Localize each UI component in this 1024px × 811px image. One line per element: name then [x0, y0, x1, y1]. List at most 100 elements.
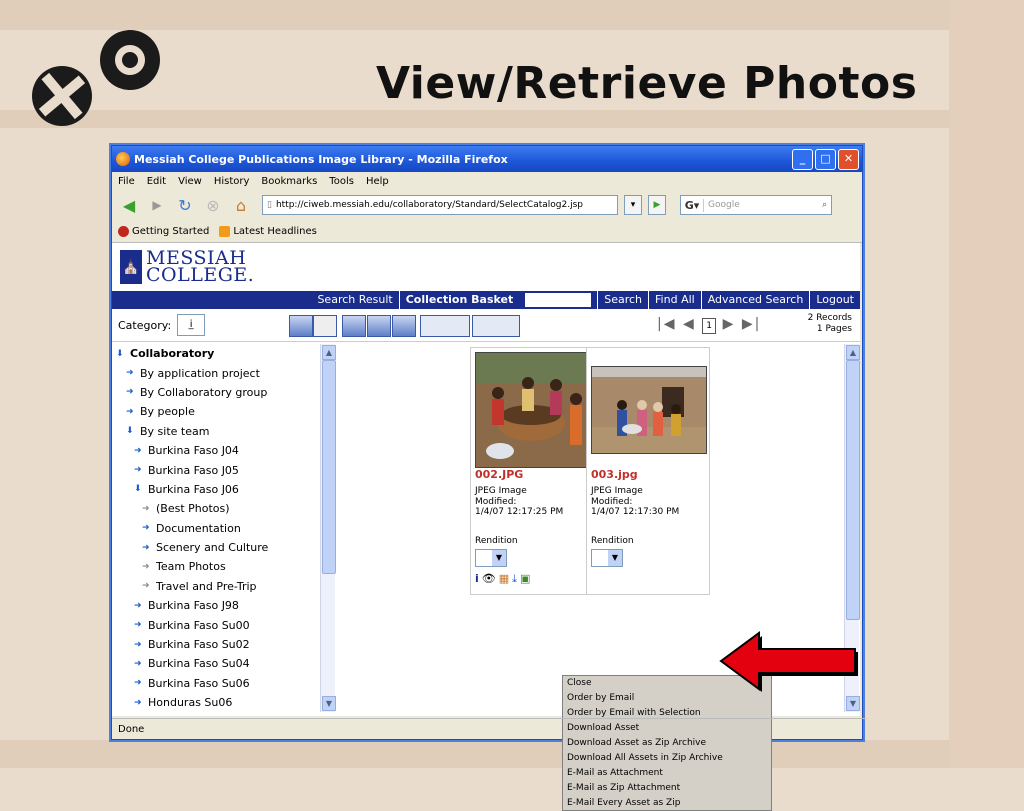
tree-item[interactable]: ➜ Burkina Faso Su04 — [112, 654, 320, 673]
minimize-button[interactable]: _ — [792, 149, 813, 170]
back-icon[interactable]: ◀ — [118, 194, 140, 216]
search-field[interactable]: G▾ Google ⌕ — [680, 195, 832, 215]
menu-help[interactable]: Help — [366, 176, 389, 187]
zoom-slider-icon[interactable] — [420, 315, 470, 337]
expand-right-icon[interactable]: ➜ — [126, 407, 134, 417]
asset-filename[interactable]: 003.jpg — [591, 468, 638, 481]
tree-item[interactable]: ➜ Burkina Faso Su00 — [112, 615, 320, 634]
tree-item[interactable]: ➜ Scenery and Culture — [112, 538, 320, 557]
tree-item[interactable]: ➜ Documentation — [112, 519, 320, 538]
expand-right-icon[interactable]: ➜ — [142, 581, 150, 591]
menu-item[interactable]: Order by Email — [563, 691, 771, 706]
nav-logout[interactable]: Logout — [809, 291, 860, 309]
tree-item[interactable]: ⬇ Collaboratory — [112, 344, 320, 363]
menu-bookmarks[interactable]: Bookmarks — [261, 176, 317, 187]
expand-right-icon[interactable]: ➜ — [126, 387, 134, 397]
expand-right-icon[interactable]: ➜ — [134, 465, 142, 475]
expand-down-icon[interactable]: ⬇ — [116, 349, 124, 359]
tree-item[interactable]: ➜ By Collaboratory group — [112, 383, 320, 402]
tree-item[interactable]: ➜ Burkina Faso Su06 — [112, 674, 320, 693]
nav-collection-basket[interactable]: Collection Basket — [398, 291, 520, 309]
tree-item[interactable]: ➜ By application project — [112, 363, 320, 382]
expand-down-icon[interactable]: ⬇ — [126, 426, 134, 436]
close-button[interactable]: ✕ — [838, 149, 859, 170]
tree-item[interactable]: ➜ Burkina Faso J05 — [112, 460, 320, 479]
rendition-select[interactable]: ▼ — [475, 549, 507, 567]
content-scroll-thumb[interactable] — [846, 360, 860, 620]
bookmark-latest-headlines[interactable]: Latest Headlines — [219, 225, 317, 237]
tree-item[interactable]: ➜ Travel and Pre-Trip — [112, 577, 320, 596]
list-view-icon[interactable] — [313, 315, 337, 337]
menu-view[interactable]: View — [178, 176, 202, 187]
first-page-icon[interactable]: |◀ — [657, 316, 676, 332]
tree-item[interactable]: ➜ Team Photos — [112, 557, 320, 576]
more-actions-icon[interactable]: ▣ — [520, 572, 533, 585]
tree-item[interactable]: ➜ Honduras Su06 — [112, 693, 320, 708]
forward-icon[interactable]: ▶ — [146, 194, 168, 216]
google-icon[interactable]: G▾ — [681, 198, 704, 212]
scroll-down-icon[interactable]: ▼ — [322, 696, 336, 711]
expand-right-icon[interactable]: ➜ — [134, 601, 142, 611]
menu-file[interactable]: File — [118, 176, 135, 187]
menu-item[interactable]: E-Mail Every Asset as Zip — [563, 796, 771, 811]
college-logo[interactable]: ⛪ MESSIAH COLLEGE. — [120, 249, 254, 285]
rendition-select[interactable]: ▼ — [591, 549, 623, 567]
grid-view-icon[interactable] — [289, 315, 313, 337]
asset-thumbnail[interactable] — [591, 366, 707, 454]
asset-thumbnail[interactable] — [475, 352, 591, 468]
page-number[interactable]: 1 — [702, 318, 717, 334]
expand-right-icon[interactable]: ➜ — [134, 678, 142, 688]
menu-item[interactable]: E-Mail as Zip Attachment — [563, 781, 771, 796]
category-picker[interactable]: i̲ — [177, 314, 206, 336]
cart-icon[interactable]: ▦ — [499, 572, 512, 585]
view-icon[interactable]: 👁 — [482, 572, 499, 585]
expand-right-icon[interactable]: ➜ — [134, 698, 142, 708]
scroll-up-icon[interactable]: ▲ — [846, 345, 860, 360]
tree-item[interactable]: ⬇ By site team — [112, 422, 320, 441]
go-icon[interactable]: ▶ — [648, 195, 666, 215]
expand-right-icon[interactable]: ➜ — [134, 659, 142, 669]
expand-right-icon[interactable]: ➜ — [134, 640, 142, 650]
expand-down-icon[interactable]: ⬇ — [134, 484, 142, 494]
asset-filename[interactable]: 002.JPG — [475, 468, 523, 481]
expand-right-icon[interactable]: ➜ — [134, 446, 142, 456]
menu-tools[interactable]: Tools — [329, 176, 354, 187]
expand-right-icon[interactable]: ➜ — [126, 368, 134, 378]
prev-page-icon[interactable]: ◀ — [683, 316, 696, 332]
tree-scroll-thumb[interactable] — [322, 360, 336, 574]
scroll-up-icon[interactable]: ▲ — [322, 345, 336, 360]
expand-right-icon[interactable]: ➜ — [142, 504, 150, 514]
expand-right-icon[interactable]: ➜ — [134, 620, 142, 630]
tree-item[interactable]: ➜ (Best Photos) — [112, 499, 320, 518]
reload-icon[interactable]: ↻ — [174, 194, 196, 216]
menu-item[interactable]: E-Mail as Attachment — [563, 766, 771, 781]
nav-search-result[interactable]: Search Result — [311, 291, 398, 309]
tree-item[interactable]: ➜ Burkina Faso Su02 — [112, 635, 320, 654]
nav-advanced-search[interactable]: Advanced Search — [700, 291, 810, 309]
asset-card[interactable]: 002.JPG JPEG Image Modified: 1/4/07 12:1… — [470, 347, 594, 595]
tree-item[interactable]: ⬇ Burkina Faso J06 — [112, 480, 320, 499]
expand-right-icon[interactable]: ➜ — [142, 562, 150, 572]
scroll-down-icon[interactable]: ▼ — [846, 696, 860, 711]
rows-slider-icon[interactable] — [472, 315, 520, 337]
menu-item[interactable]: Download All Assets in Zip Archive — [563, 751, 771, 766]
last-page-icon[interactable]: ▶| — [742, 316, 761, 332]
expand-right-icon[interactable]: ➜ — [142, 523, 150, 533]
next-page-icon[interactable]: ▶ — [723, 316, 736, 332]
info-icon[interactable]: i — [475, 572, 482, 585]
url-field[interactable]: ▯ http://ciweb.messiah.edu/collaboratory… — [262, 195, 618, 215]
asset-card[interactable]: 003.jpg JPEG Image Modified: 1/4/07 12:1… — [586, 347, 710, 595]
search-icon[interactable]: ⌕ — [822, 200, 827, 210]
menu-history[interactable]: History — [214, 176, 250, 187]
download-icon[interactable]: ⤓ — [512, 572, 520, 585]
stop-icon[interactable]: ⊗ — [202, 194, 224, 216]
large-thumb-icon[interactable] — [392, 315, 416, 337]
tree-item[interactable]: ➜ Burkina Faso J98 — [112, 596, 320, 615]
maximize-button[interactable]: □ — [815, 149, 836, 170]
expand-right-icon[interactable]: ➜ — [142, 543, 150, 553]
bookmark-getting-started[interactable]: Getting Started — [118, 225, 209, 237]
tree-item[interactable]: ➜ By people — [112, 402, 320, 421]
tree-scrollbar[interactable]: ▲ ▼ — [320, 344, 336, 712]
tree-item[interactable]: ➜ Burkina Faso J04 — [112, 441, 320, 460]
home-icon[interactable]: ⌂ — [230, 194, 252, 216]
